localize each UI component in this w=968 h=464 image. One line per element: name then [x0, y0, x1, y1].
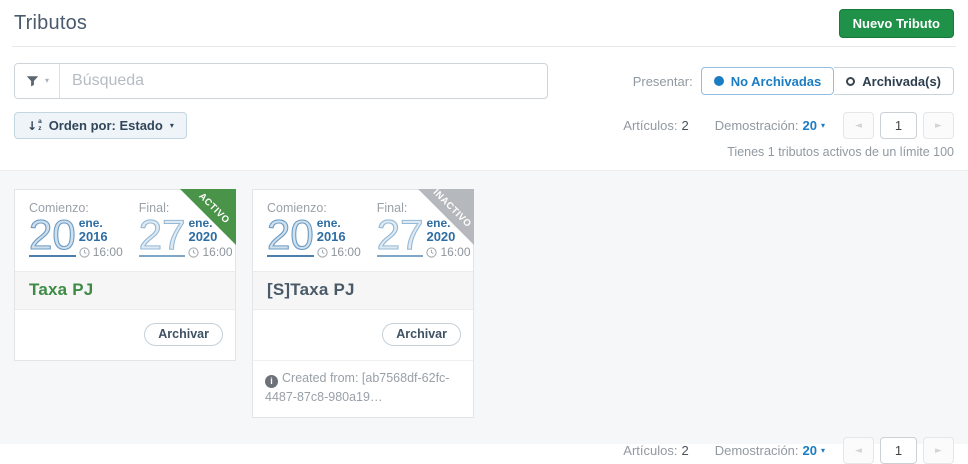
items-label: Artículos:	[623, 443, 677, 458]
archive-button[interactable]: Archivar	[144, 323, 223, 346]
cards-section: ACTIVO Comienzo: 20 ene. 2016	[0, 170, 968, 444]
radio-selected-icon	[714, 76, 724, 86]
filter-archived-label: Archivada(s)	[862, 74, 941, 89]
filter-archived[interactable]: Archivada(s)	[834, 67, 954, 95]
page-size-dropdown[interactable]: Demostración: 20 ▾	[715, 443, 825, 458]
filter-not-archived-label: No Archivadas	[731, 74, 822, 89]
card-title: [S]Taxa PJ	[253, 271, 473, 310]
cards-row: ACTIVO Comienzo: 20 ene. 2016	[14, 189, 954, 418]
sort-alpha-down-icon: ↓ az	[27, 119, 42, 132]
start-year: 2016	[317, 230, 361, 244]
page-size-label: Demostración:	[715, 118, 799, 133]
page-header: Tributos Nuevo Tributo	[12, 0, 956, 47]
new-tribute-button[interactable]: Nuevo Tributo	[839, 9, 954, 38]
toolbar-row-sort: ↓ az Orden por: Estado ▾ Artículos: 2 De…	[14, 112, 954, 139]
clock-icon	[188, 247, 199, 258]
limit-note: Tienes 1 tributos activos de un límite 1…	[727, 145, 954, 159]
toolbar-row-search: ▾ Presentar: No Archivadas Archivada(s)	[14, 63, 954, 99]
pagination-top: Artículos: 2 Demostración: 20 ▾ ◄ ►	[623, 112, 954, 139]
items-count: 2	[681, 443, 688, 458]
end-day: 27	[377, 216, 424, 257]
prev-page-button[interactable]: ◄	[843, 112, 874, 139]
search-input[interactable]	[60, 72, 547, 90]
chevron-down-icon: ▾	[45, 77, 49, 85]
info-icon: i	[265, 375, 278, 388]
page-size-value: 20	[803, 443, 817, 458]
created-from-text: Created from: [ab7568df-62fc-4487-87c8-9…	[265, 371, 449, 404]
page-title: Tributos	[14, 12, 87, 35]
card-title: Taxa PJ	[15, 271, 235, 310]
tribute-card-active[interactable]: ACTIVO Comienzo: 20 ene. 2016	[14, 189, 236, 361]
current-page-input[interactable]	[880, 437, 917, 464]
page-size-label: Demostración:	[715, 443, 799, 458]
page-size-value: 20	[803, 118, 817, 133]
current-page-input[interactable]	[880, 112, 917, 139]
sort-by-label: Orden por: Estado	[49, 118, 163, 133]
search-box: ▾	[14, 63, 548, 99]
start-time: 16:00	[331, 245, 361, 259]
end-day: 27	[139, 216, 186, 257]
pagination-bottom: Artículos: 2 Demostración: 20 ▾ ◄ ►	[623, 437, 954, 464]
limit-note-row: Tienes 1 tributos activos de un límite 1…	[14, 145, 954, 159]
filter-icon	[25, 74, 40, 88]
present-filter-group: Presentar: No Archivadas Archivada(s)	[633, 67, 954, 95]
clock-icon	[426, 247, 437, 258]
radio-unselected-icon	[846, 77, 855, 86]
filter-not-archived[interactable]: No Archivadas	[701, 67, 835, 95]
start-date: Comienzo: 20 ene. 2016 16:00	[267, 201, 361, 259]
end-time: 16:00	[202, 245, 232, 259]
items-count: 2	[681, 118, 688, 133]
start-time: 16:00	[93, 245, 123, 259]
clock-icon	[317, 247, 328, 258]
sort-by-button[interactable]: ↓ az Orden por: Estado ▾	[14, 112, 187, 139]
end-time: 16:00	[440, 245, 470, 259]
chevron-down-icon: ▾	[821, 446, 825, 455]
page-size-dropdown[interactable]: Demostración: 20 ▾	[715, 118, 825, 133]
prev-page-button[interactable]: ◄	[843, 437, 874, 464]
items-label: Artículos:	[623, 118, 677, 133]
start-day: 20	[29, 216, 76, 257]
created-from-note: iCreated from: [ab7568df-62fc-4487-87c8-…	[253, 360, 473, 417]
archive-button[interactable]: Archivar	[382, 323, 461, 346]
archive-filter-toggle: No Archivadas Archivada(s)	[701, 67, 954, 95]
next-page-button[interactable]: ►	[923, 437, 954, 464]
next-page-button[interactable]: ►	[923, 112, 954, 139]
search-filter-dropdown[interactable]: ▾	[15, 64, 60, 98]
start-day: 20	[267, 216, 314, 257]
clock-icon	[79, 247, 90, 258]
chevron-down-icon: ▾	[170, 121, 174, 130]
present-label: Presentar:	[633, 74, 693, 89]
start-year: 2016	[79, 230, 123, 244]
pagination-bottom-row: Artículos: 2 Demostración: 20 ▾ ◄ ►	[14, 437, 954, 464]
start-date: Comienzo: 20 ene. 2016 16:00	[29, 201, 123, 259]
chevron-down-icon: ▾	[821, 121, 825, 130]
tribute-card-inactive[interactable]: INACTIVO Comienzo: 20 ene. 2016	[252, 189, 474, 418]
